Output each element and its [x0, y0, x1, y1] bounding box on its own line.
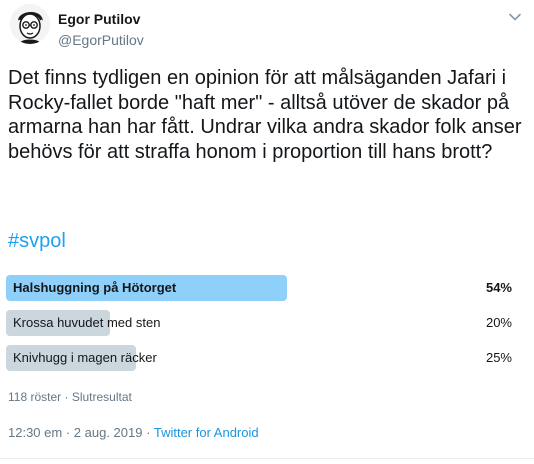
- author-handle[interactable]: @EgorPutilov: [58, 30, 144, 50]
- poll-status: Slutresultat: [71, 390, 132, 404]
- poll-option-percent: 20%: [485, 315, 512, 330]
- poll-meta: 118 röster · Slutresultat: [8, 390, 132, 404]
- poll-option-percent: 54%: [485, 280, 512, 295]
- poll-vote-count: 118 röster: [8, 390, 62, 404]
- poll-option-label: Krossa huvudet med sten: [13, 315, 161, 330]
- separator-dot: ·: [64, 390, 69, 404]
- poll-option-label: Knivhugg i magen räcker: [13, 350, 157, 365]
- poll-option: Krossa huvudet med sten 20%: [6, 310, 526, 336]
- cartoon-portrait-avatar-icon: [10, 4, 50, 44]
- tweet-timestamp: 12:30 em · 2 aug. 2019 · Twitter for And…: [8, 425, 259, 440]
- avatar[interactable]: [10, 4, 50, 44]
- poll-option: Knivhugg i magen räcker 25%: [6, 345, 526, 371]
- poll-option: Halshuggning på Hötorget 54%: [6, 275, 526, 301]
- tweet-card: Egor Putilov @EgorPutilov Det finns tydl…: [0, 0, 534, 464]
- tweet-source-link[interactable]: Twitter for Android: [154, 425, 259, 440]
- poll-option-label: Halshuggning på Hötorget: [13, 280, 177, 295]
- divider: [0, 458, 534, 459]
- hashtag-link[interactable]: #svpol: [8, 229, 66, 253]
- tweet-text: Det finns tydligen en opinion för att må…: [8, 67, 522, 163]
- separator-dot: ·: [65, 425, 71, 440]
- separator-dot: ·: [146, 425, 151, 440]
- poll: Halshuggning på Hötorget 54% Krossa huvu…: [6, 275, 526, 380]
- tweet-date[interactable]: 2 aug. 2019: [74, 425, 143, 440]
- poll-option-percent: 25%: [485, 350, 512, 365]
- author-display-name[interactable]: Egor Putilov: [58, 10, 144, 28]
- chevron-down-icon[interactable]: [508, 10, 522, 24]
- tweet-time[interactable]: 12:30 em: [8, 425, 62, 440]
- author-block: Egor Putilov @EgorPutilov: [58, 10, 144, 50]
